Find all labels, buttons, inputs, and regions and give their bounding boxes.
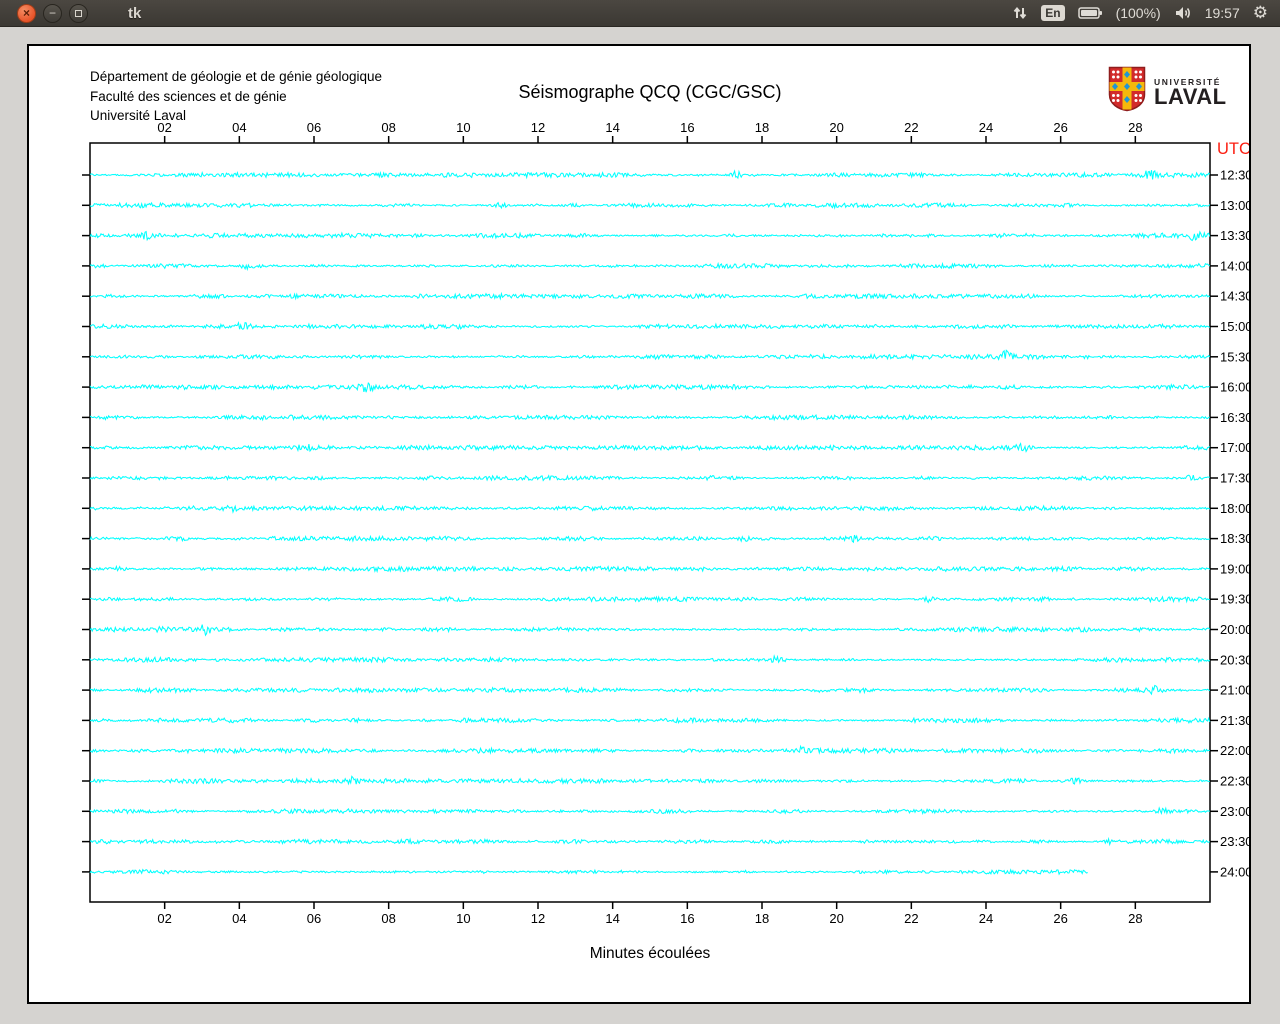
utc-time-label: 24:00 [1220,864,1249,879]
utc-time-label: 13:00 [1220,198,1249,213]
seismo-trace [89,744,1210,755]
minimize-button[interactable]: − [43,3,62,23]
x-tick-label-top: 18 [755,120,769,135]
session-gear-icon[interactable]: ⚙ [1253,3,1268,23]
window-controls: × − [17,3,88,23]
x-tick-label-top: 20 [829,120,843,135]
seismo-trace [89,413,1210,422]
seismo-trace [89,775,1210,786]
x-tick-label-bottom: 04 [232,911,246,926]
x-tick-label-top: 14 [605,120,619,135]
titlebar: × − tk En (100%) 19:57 ⚙ [0,0,1280,27]
x-tick-label-top: 16 [680,120,694,135]
utc-time-label: 23:00 [1220,804,1249,819]
x-tick-label-top: 26 [1053,120,1067,135]
system-tray: En (100%) 19:57 ⚙ [1012,3,1268,23]
seismo-trace [89,624,1211,637]
x-tick-label-top: 04 [232,120,246,135]
utc-time-label: 22:00 [1220,743,1249,758]
utc-time-label: 19:00 [1220,561,1249,576]
utc-time-label: 21:30 [1220,713,1249,728]
tk-window: Département de géologie et de génie géol… [27,44,1251,1004]
seismo-trace [89,169,1211,180]
utc-time-label: 17:30 [1220,471,1249,486]
maximize-button[interactable] [69,3,88,23]
seismo-trace [89,684,1211,696]
utc-time-label: 14:30 [1220,289,1249,304]
battery-percent: (100%) [1115,5,1161,21]
seismo-trace [89,716,1211,725]
x-tick-label-bottom: 08 [381,911,395,926]
plot-frame [89,142,1211,903]
seismo-trace [89,836,1211,847]
seismo-trace [90,349,1211,361]
x-tick-label-bottom: 20 [829,911,843,926]
seismo-trace [89,504,1211,514]
seismo-trace [89,654,1211,664]
x-tick-label-top: 22 [904,120,918,135]
x-tick-label-bottom: 28 [1128,911,1142,926]
seismo-trace [89,261,1211,272]
x-tick-label-bottom: 10 [456,911,470,926]
seismo-trace [90,442,1211,453]
utc-time-label: 23:30 [1220,834,1249,849]
seismo-trace [89,474,1210,482]
x-tick-label-top: 24 [979,120,993,135]
seismo-trace [89,564,1211,574]
x-tick-label-top: 08 [381,120,395,135]
seismo-trace [89,868,1088,876]
x-tick-label-top: 28 [1128,120,1142,135]
x-tick-label-bottom: 06 [307,911,321,926]
utc-time-label: 14:00 [1220,258,1249,273]
utc-time-label: 18:00 [1220,501,1249,516]
utc-time-label: 12:30 [1220,168,1249,183]
utc-time-label: 16:30 [1220,410,1249,425]
close-button[interactable]: × [17,3,36,23]
utc-time-label: 17:00 [1220,440,1249,455]
x-tick-label-top: 02 [157,120,171,135]
utc-time-label: 19:30 [1220,592,1249,607]
utc-time-label: 20:00 [1220,622,1249,637]
utc-time-label: 20:30 [1220,652,1249,667]
seismograph-chart-canvas: 02 02 04 04 06 06 08 08 10 10 12 12 14 14 16 16 18 18 20 20… [82,120,1249,926]
utc-time-label: 15:00 [1220,319,1249,334]
clock[interactable]: 19:57 [1205,5,1240,21]
battery-icon[interactable] [1077,6,1103,20]
x-axis-label: Minutes écoulées [589,945,711,962]
seismo-trace [89,201,1211,210]
keyboard-layout-indicator[interactable]: En [1041,5,1065,21]
x-tick-label-bottom: 24 [979,911,993,926]
utc-axis-label: UTC [1217,140,1249,158]
utc-time-label: 15:30 [1220,349,1249,364]
x-tick-label-top: 12 [531,120,545,135]
x-tick-label-bottom: 12 [531,911,545,926]
x-tick-label-bottom: 18 [755,911,769,926]
x-tick-label-bottom: 16 [680,911,694,926]
x-tick-label-bottom: 22 [904,911,918,926]
x-tick-label-top: 10 [456,120,470,135]
x-tick-label-bottom: 14 [605,911,619,926]
x-tick-label-bottom: 26 [1053,911,1067,926]
x-tick-label-top: 06 [307,120,321,135]
seismo-trace [89,230,1211,242]
seismo-trace [89,382,1210,393]
seismo-trace [90,320,1211,331]
window-title: tk [128,4,142,22]
utc-time-label: 13:30 [1220,228,1249,243]
seismo-trace [89,534,1210,544]
utc-time-label: 16:00 [1220,380,1249,395]
utc-time-label: 21:00 [1220,683,1249,698]
seismo-trace [89,595,1210,604]
volume-icon[interactable] [1174,6,1192,20]
seismo-trace [90,291,1211,301]
utc-time-label: 18:30 [1220,531,1249,546]
seismo-trace [89,806,1210,815]
x-tick-label-bottom: 02 [157,911,171,926]
network-sync-icon[interactable] [1012,5,1028,21]
utc-time-label: 22:30 [1220,774,1249,789]
